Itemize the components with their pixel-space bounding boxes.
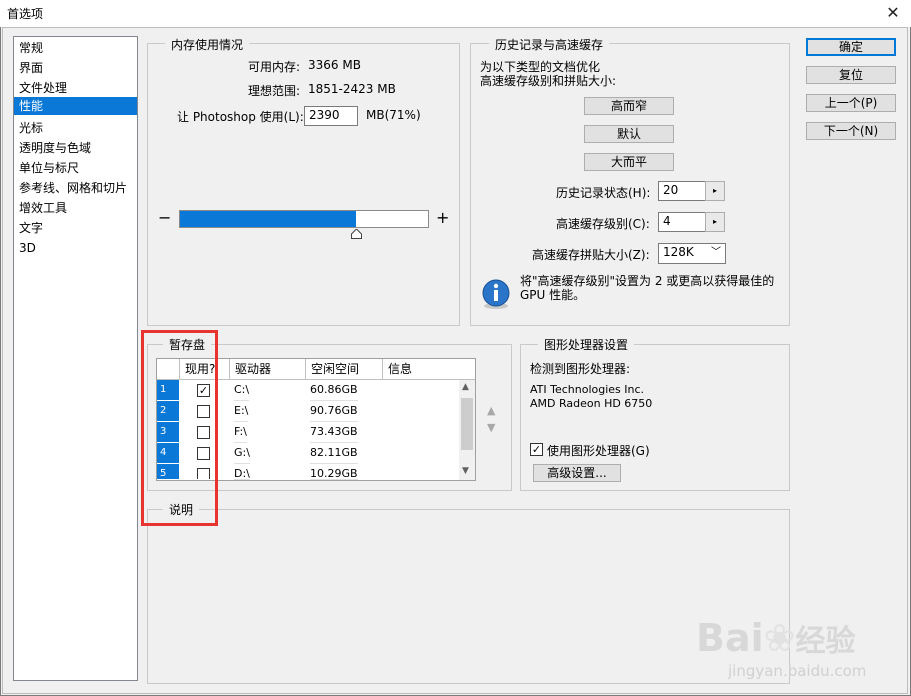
cache-levels-label: 高速缓存级别(C): [556,217,650,231]
row-drive: D:\ [234,464,250,480]
chevron-down-icon: ﹀ [711,247,721,258]
plus-icon[interactable]: + [436,208,449,227]
memory-slider-thumb[interactable] [351,228,362,239]
close-icon[interactable]: ✕ [884,3,902,22]
history-states-input[interactable]: 20 [658,181,706,201]
table-scrollbar[interactable]: ▲ ▼ [459,380,475,480]
description-group [147,509,790,684]
default-button[interactable]: 默认 [584,125,674,143]
gpu-model: AMD Radeon HD 6750 [530,397,653,410]
row-drive: G:\ [234,443,250,464]
minus-icon[interactable]: − [158,208,171,227]
move-up-icon[interactable]: ▲ [487,404,495,417]
row-drive: E:\ [234,401,249,422]
table-header-free-space[interactable]: 空闲空间 [306,359,383,380]
title-bar: 首选项 ✕ [0,0,911,27]
sidebar-item-3d[interactable]: 3D [14,239,137,257]
gpu-detected-label: 检测到图形处理器: [530,362,631,376]
sidebar-item-guides[interactable]: 参考线、网格和切片 [14,179,137,197]
table-header-info[interactable]: 信息 [383,359,475,380]
available-memory-value: 3366 MB [308,58,361,72]
big-flat-button[interactable]: 大而平 [584,153,674,171]
sidebar-item-plugins[interactable]: 增效工具 [14,199,137,217]
scrollbar-thumb[interactable] [461,398,473,450]
row-drive: C:\ [234,380,250,401]
ok-button[interactable]: 确定 [806,38,896,56]
history-cache-title: 历史记录与高速缓存 [489,36,610,53]
optimize-desc-line2: 高速缓存级别和拼贴大小: [480,74,617,88]
gpu-settings-title: 图形处理器设置 [538,336,635,353]
ideal-range-value: 1851-2423 MB [308,82,396,96]
row-free-space: 60.86GB [310,380,358,401]
scroll-up-icon[interactable]: ▲ [462,382,469,392]
sidebar-item-units[interactable]: 单位与标尺 [14,159,137,177]
row-drive: F:\ [234,422,247,443]
tile-size-select[interactable]: 128K ﹀ [658,243,726,264]
sidebar-item-interface[interactable]: 界面 [14,59,137,77]
tile-size-value: 128K [663,245,694,259]
memory-use-input[interactable]: 2390 [304,106,358,126]
sidebar-item-file-handling[interactable]: 文件处理 [14,79,137,97]
history-states-label: 历史记录状态(H): [556,186,651,200]
paw-icon: ❀ [763,616,796,660]
use-gpu-label: 使用图形处理器(G) [547,444,650,458]
gpu-vendor: ATI Technologies Inc. [530,383,645,396]
table-header-drive[interactable]: 驱动器 [230,359,306,380]
ideal-range-label: 理想范围: [248,84,301,98]
memory-usage-title: 内存使用情况 [165,36,250,53]
sidebar-item-performance[interactable]: 性能 [14,97,137,115]
memory-usage-group [147,43,460,326]
row-free-space: 10.29GB [310,464,358,480]
memory-slider-track[interactable] [179,210,429,228]
scroll-down-icon[interactable]: ▼ [462,466,469,476]
highlight-annotation [141,330,218,526]
watermark-brand: Bai [696,616,764,660]
cache-levels-input[interactable]: 4 [658,212,706,232]
cache-levels-arrow-icon[interactable]: ▸ [705,212,725,232]
sidebar-item-transparency[interactable]: 透明度与色域 [14,139,137,157]
photoshop-use-label: 让 Photoshop 使用(L): [177,110,304,124]
sidebar-item-cursors[interactable]: 光标 [14,119,137,137]
category-list: 常规 界面 文件处理 性能 光标 透明度与色域 单位与标尺 参考线、网格和切片 … [13,36,138,681]
reset-button[interactable]: 复位 [806,66,896,84]
row-free-space: 90.76GB [310,401,358,422]
memory-use-unit: MB(71%) [366,108,421,122]
row-free-space: 82.11GB [310,443,358,464]
watermark-brand-cn: 经验 [795,624,856,659]
move-down-icon[interactable]: ▼ [487,421,495,434]
window-title: 首选项 [7,7,44,21]
history-states-arrow-icon[interactable]: ▸ [705,181,725,201]
memory-slider-fill [180,211,356,227]
watermark-url: jingyan.baidu.com [728,662,867,680]
gpu-tip-line2: GPU 性能。 [520,288,586,302]
next-button[interactable]: 下一个(N) [806,122,896,140]
available-memory-label: 可用内存: [248,60,301,74]
row-free-space: 73.43GB [310,422,358,443]
previous-button[interactable]: 上一个(P) [806,94,896,112]
sidebar-item-general[interactable]: 常规 [14,39,137,57]
tall-thin-button[interactable]: 高而窄 [584,97,674,115]
tile-size-label: 高速缓存拼贴大小(Z): [532,248,650,262]
use-gpu-checkbox[interactable]: ✓ [530,443,543,456]
advanced-settings-button[interactable]: 高级设置... [533,464,621,482]
sidebar-item-type[interactable]: 文字 [14,219,137,237]
info-icon [480,278,512,310]
watermark-logo: Bai❀经验 [696,616,855,660]
